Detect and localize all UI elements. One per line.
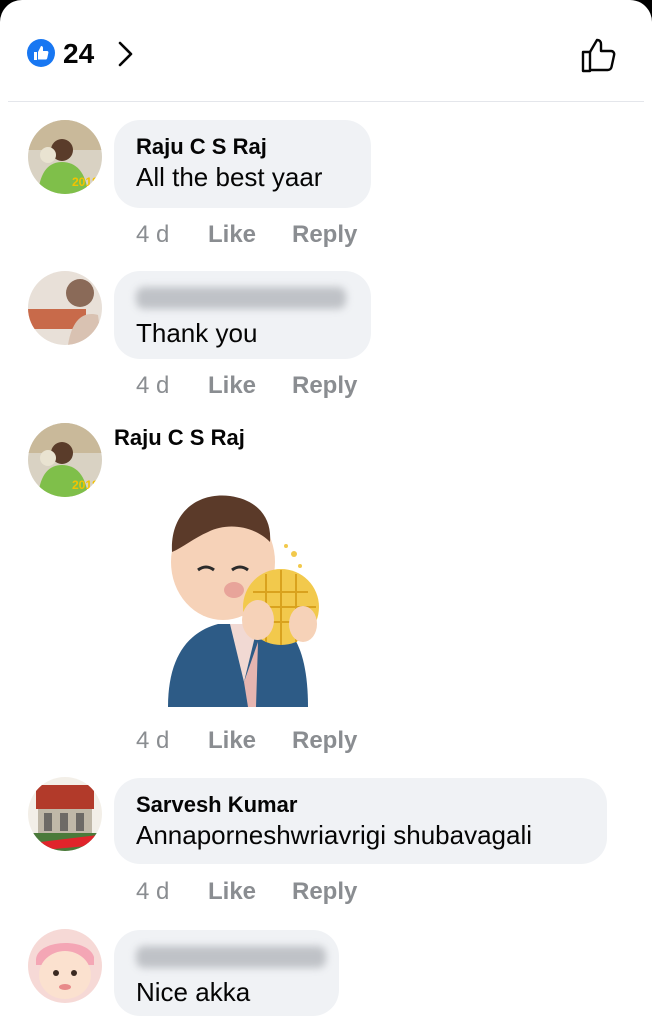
comment-time: 4 d [136, 221, 170, 248]
like-badge-icon [27, 39, 55, 67]
svg-text:2018: 2018 [72, 478, 99, 492]
avatar[interactable] [28, 929, 102, 1003]
avatar[interactable]: 2018 [28, 423, 102, 497]
comment-text: All the best yaar [136, 162, 323, 192]
comment-bubble[interactable]: Sarvesh Kumar Annaporneshwriavrigi shuba… [114, 778, 607, 864]
comment-text: Thank you [136, 318, 258, 348]
blurred-author-name [136, 943, 326, 976]
comment-time: 4 d [136, 372, 170, 399]
comment-time: 4 d [136, 727, 170, 754]
like-link[interactable]: Like [208, 220, 256, 250]
comment-author[interactable]: Raju C S Raj [136, 133, 349, 161]
like-link[interactable]: Like [208, 726, 256, 756]
avatar[interactable]: 2018 [28, 120, 102, 194]
comment-bubble[interactable]: Nice akka [114, 930, 339, 1016]
comment-text: Nice akka [136, 977, 251, 1007]
comment-text: Annaporneshwriavrigi shubavagali [136, 820, 533, 850]
avatar[interactable] [28, 271, 102, 345]
comments-sheet: 24 2018 Raju C S Raj All the best yaar 4… [0, 0, 652, 1024]
blurred-author-name [136, 284, 349, 317]
comment-bubble[interactable]: Thank you [114, 271, 371, 359]
chevron-right-icon[interactable] [115, 38, 137, 70]
comment-author[interactable]: Raju C S Raj [114, 424, 245, 452]
reply-link[interactable]: Reply [292, 877, 357, 907]
reactions-header: 24 [0, 0, 652, 102]
comment-time: 4 d [136, 878, 170, 905]
like-link[interactable]: Like [208, 877, 256, 907]
reply-link[interactable]: Reply [292, 220, 357, 250]
header-divider [8, 101, 644, 102]
comment-author[interactable]: Sarvesh Kumar [136, 791, 585, 819]
reply-link[interactable]: Reply [292, 371, 357, 401]
reaction-count[interactable]: 24 [63, 37, 94, 71]
like-link[interactable]: Like [208, 371, 256, 401]
avatar[interactable] [28, 777, 102, 851]
sticker-boy-eating-biscuit[interactable] [158, 492, 328, 712]
svg-text:2018: 2018 [72, 175, 99, 189]
thumbs-up-outline-icon[interactable] [578, 33, 622, 77]
comment-bubble[interactable]: Raju C S Raj All the best yaar [114, 120, 371, 208]
reply-link[interactable]: Reply [292, 726, 357, 756]
